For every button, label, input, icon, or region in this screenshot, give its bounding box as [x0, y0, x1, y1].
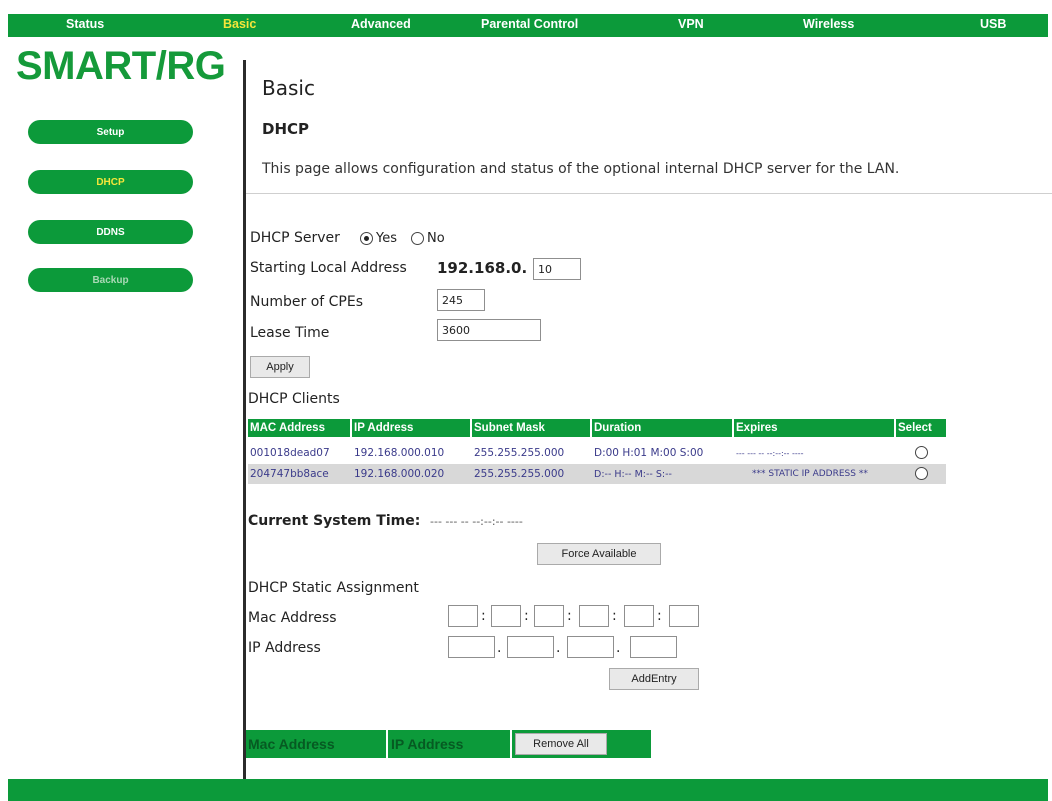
row1-expires: --- --- -- --:--:-- ---- — [736, 448, 804, 458]
ip-separator: . — [497, 640, 502, 656]
dhcp-server-label: DHCP Server — [250, 230, 340, 246]
system-time-label: Current System Time: — [248, 513, 421, 529]
sidebar-item-setup[interactable]: Setup — [28, 120, 193, 144]
footer-bar — [8, 779, 1048, 801]
page-title: Basic — [262, 76, 315, 100]
clients-title: DHCP Clients — [248, 391, 340, 407]
sidebar-item-backup[interactable]: Backup — [28, 268, 193, 292]
static-col-ip: IP Address — [391, 736, 464, 752]
mac-octet-4-input[interactable] — [579, 605, 609, 627]
mac-separator: : — [524, 608, 529, 624]
ip-octet-3-input[interactable] — [567, 636, 614, 658]
ip-octet-4-input[interactable] — [630, 636, 677, 658]
top-nav: Status Basic Advanced Parental Control V… — [8, 14, 1048, 37]
row1-ip: 192.168.000.010 — [354, 447, 445, 459]
col-subnet-mask: Subnet Mask — [472, 419, 590, 437]
apply-button[interactable]: Apply — [250, 356, 310, 378]
row2-subnet: 255.255.255.000 — [474, 468, 565, 480]
add-entry-button[interactable]: AddEntry — [609, 668, 699, 690]
system-time-value: --- --- -- --:--:-- ---- — [430, 515, 523, 528]
page-description: This page allows configuration and statu… — [262, 161, 900, 177]
force-available-button[interactable]: Force Available — [537, 543, 661, 565]
nav-vpn[interactable]: VPN — [678, 17, 704, 31]
sidebar-item-ddns[interactable]: DDNS — [28, 220, 193, 244]
ip-octet-1-input[interactable] — [448, 636, 495, 658]
row1-duration: D:00 H:01 M:00 S:00 — [594, 447, 704, 459]
mac-separator: : — [567, 608, 572, 624]
mac-octet-5-input[interactable] — [624, 605, 654, 627]
section-title: DHCP — [262, 120, 310, 138]
row1-subnet: 255.255.255.000 — [474, 447, 565, 459]
static-assignment-title: DHCP Static Assignment — [248, 580, 419, 596]
header-divider — [246, 193, 1052, 194]
col-duration: Duration — [592, 419, 732, 437]
lease-time-input[interactable] — [437, 319, 541, 341]
mac-octet-6-input[interactable] — [669, 605, 699, 627]
remove-all-button[interactable]: Remove All — [515, 733, 607, 755]
nav-status[interactable]: Status — [66, 17, 104, 31]
row2-duration: D:-- H:-- M:-- S:-- — [594, 468, 672, 480]
row2-ip: 192.168.000.020 — [354, 468, 445, 480]
row2-expires: *** STATIC IP ADDRESS ** — [752, 469, 868, 479]
static-col-divider — [386, 730, 388, 758]
sidebar-divider — [243, 60, 246, 785]
cpes-input[interactable] — [437, 289, 485, 311]
ip-separator: . — [616, 640, 621, 656]
nav-advanced[interactable]: Advanced — [351, 17, 411, 31]
dhcp-yes-radio[interactable] — [360, 232, 373, 245]
start-address-input[interactable] — [533, 258, 581, 280]
mac-octet-1-input[interactable] — [448, 605, 478, 627]
col-mac-address: MAC Address — [248, 419, 350, 437]
sidebar-item-dhcp[interactable]: DHCP — [28, 170, 193, 194]
static-col-mac: Mac Address — [248, 736, 335, 752]
nav-wireless[interactable]: Wireless — [803, 17, 854, 31]
col-ip-address: IP Address — [352, 419, 470, 437]
mac-separator: : — [481, 608, 486, 624]
nav-parental-control[interactable]: Parental Control — [481, 17, 578, 31]
ip-separator: . — [556, 640, 561, 656]
row2-select-radio[interactable] — [915, 467, 928, 480]
cpes-label: Number of CPEs — [250, 294, 363, 310]
static-col-divider — [510, 730, 512, 758]
start-address-label: Starting Local Address — [250, 260, 407, 276]
row1-select-radio[interactable] — [915, 446, 928, 459]
brand-logo: SMART/RG — [16, 44, 226, 88]
col-expires: Expires — [734, 419, 894, 437]
row2-mac: 204747bb8ace — [250, 468, 329, 480]
mac-octet-2-input[interactable] — [491, 605, 521, 627]
nav-usb[interactable]: USB — [980, 17, 1006, 31]
dhcp-yes-label: Yes — [376, 231, 397, 246]
mac-separator: : — [612, 608, 617, 624]
mac-separator: : — [657, 608, 662, 624]
ip-address-label: IP Address — [248, 640, 321, 656]
row1-mac: 001018dead07 — [250, 447, 330, 459]
mac-octet-3-input[interactable] — [534, 605, 564, 627]
ip-octet-2-input[interactable] — [507, 636, 554, 658]
dhcp-no-radio[interactable] — [411, 232, 424, 245]
start-address-prefix: 192.168.0. — [437, 259, 528, 277]
lease-time-label: Lease Time — [250, 325, 330, 341]
dhcp-no-label: No — [427, 231, 445, 246]
nav-basic[interactable]: Basic — [223, 17, 256, 31]
col-select: Select — [896, 419, 946, 437]
mac-address-label: Mac Address — [248, 610, 337, 626]
